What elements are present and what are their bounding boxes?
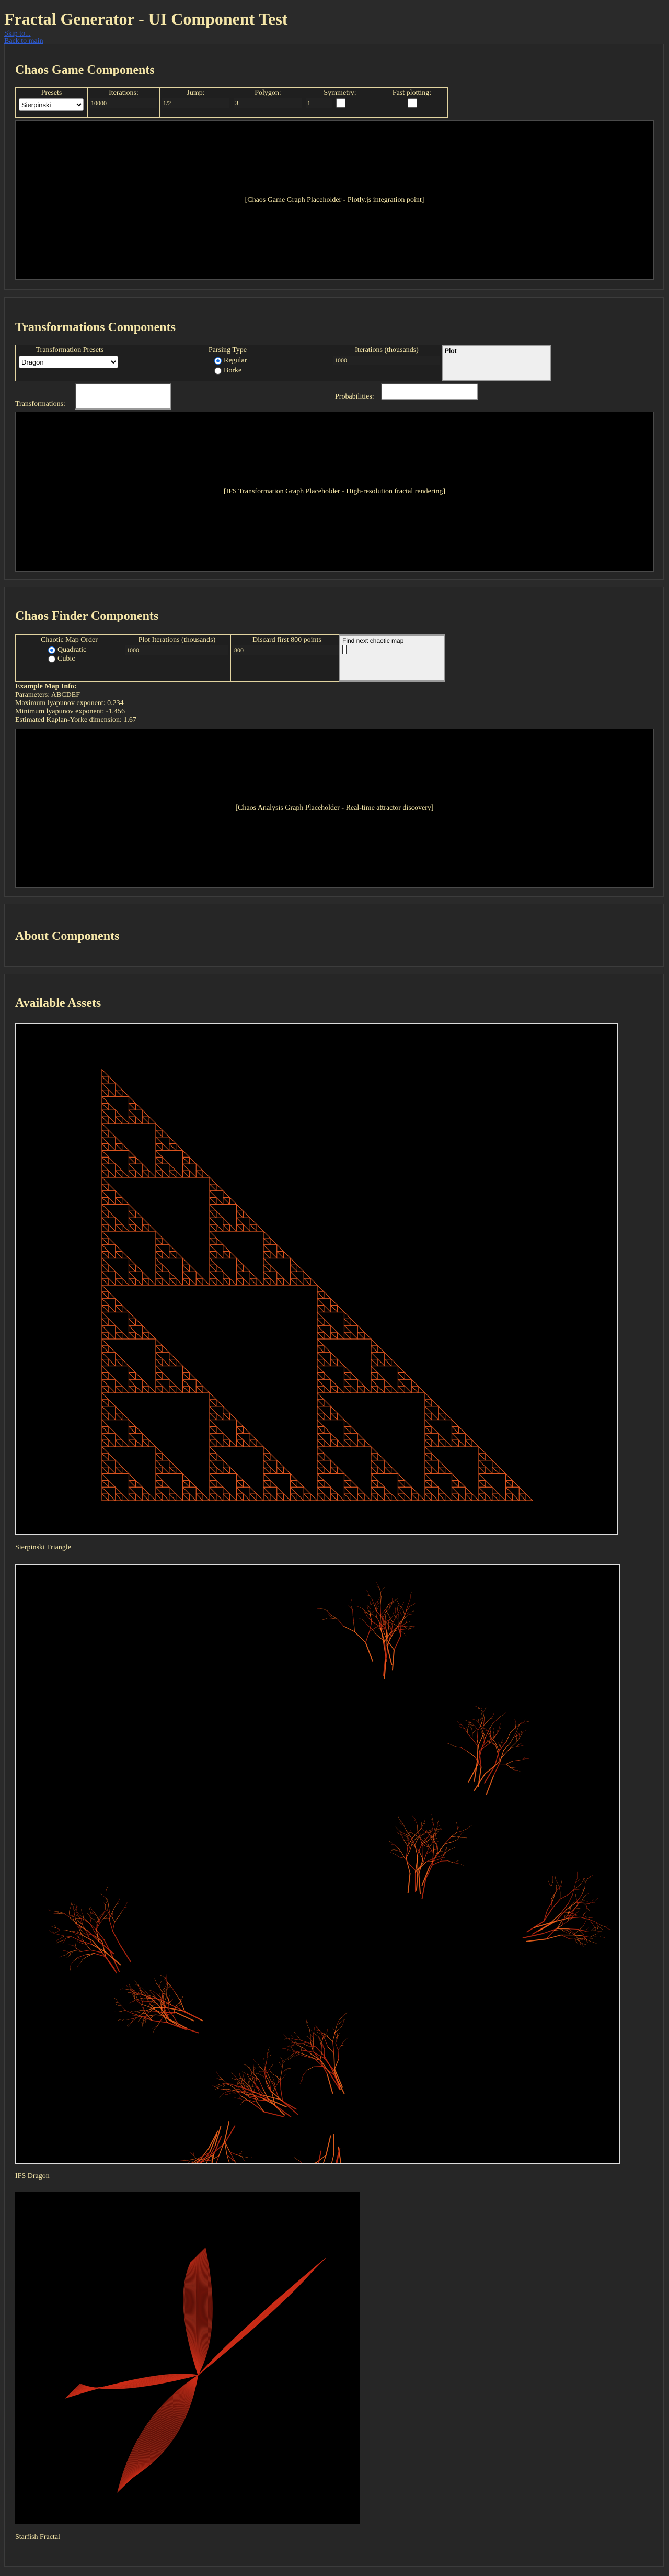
chaos-finder-heading: Chaos Finder Components <box>15 609 159 623</box>
map-order-cell: Chaotic Map Order Quadratic Cubic <box>16 635 123 681</box>
ifs-graph[interactable]: [IFS Transformation Graph Placeholder - … <box>15 412 654 572</box>
map-info-line: Minimum lyapunov exponent: -1.456 <box>15 708 125 716</box>
dragon-caption: IFS Dragon <box>15 2172 50 2180</box>
map-order-label: Chaotic Map Order <box>41 636 98 644</box>
iterations-input[interactable] <box>90 98 157 108</box>
map-info: Example Map Info: Parameters: ABCDEF Max… <box>15 683 136 724</box>
starfish-svg <box>65 2247 326 2493</box>
chaos-game-heading: Chaos Game Components <box>15 63 155 77</box>
symmetry-checkbox[interactable] <box>336 98 345 108</box>
fast-plotting-checkbox[interactable] <box>408 98 417 108</box>
chaos-finder-section: Chaos Finder Components Chaotic Map Orde… <box>4 587 664 897</box>
plot-iterations-input[interactable] <box>125 645 228 655</box>
ifs-iterations-label: Iterations (thousands) <box>355 346 419 354</box>
chaos-game-section: Chaos Game Components Presets Sierpinski… <box>4 44 664 290</box>
map-info-line: Maximum lyapunov exponent: 0.234 <box>15 699 124 707</box>
polygon-input[interactable] <box>234 98 302 108</box>
polygon-cell: Polygon: <box>232 88 304 117</box>
assets-section: Available Assets Sierpinski Triangle IFS… <box>4 974 664 2567</box>
plot-iterations-cell: Plot Iterations (thousands) <box>123 635 231 681</box>
fast-plotting-cell: Fast plotting: <box>376 88 447 117</box>
transformations-controls: Transformation Presets Dragon Parsing Ty… <box>15 345 455 381</box>
chaos-finder-graph-text: [Chaos Analysis Graph Placeholder - Real… <box>235 804 434 812</box>
jump-input[interactable] <box>162 98 229 108</box>
symmetry-cell: Symmetry: <box>304 88 376 117</box>
iterations-label: Iterations: <box>109 89 139 97</box>
map-info-title: Example Map Info: <box>15 683 77 690</box>
iterations-cell: Iterations: <box>88 88 160 117</box>
ifs-iterations-cell: Iterations (thousands) <box>331 345 442 381</box>
order-cubic-radio[interactable] <box>48 655 55 663</box>
dragon-svg <box>48 1582 611 2163</box>
find-indicator <box>342 645 347 654</box>
chaos-finder-controls: Chaotic Map Order Quadratic Cubic Plot I… <box>15 634 343 682</box>
polygon-label: Polygon: <box>255 89 281 97</box>
parsing-borke-radio[interactable] <box>214 367 222 375</box>
chaos-game-graph[interactable]: [Chaos Game Graph Placeholder - Plotly.j… <box>15 120 654 280</box>
sierpinski-caption: Sierpinski Triangle <box>15 1544 71 1551</box>
plot-iterations-label: Plot Iterations (thousands) <box>138 636 216 644</box>
ifs-iterations-input[interactable] <box>333 356 440 365</box>
sierpinski-svg <box>101 1069 534 1501</box>
symmetry-input[interactable] <box>306 98 332 108</box>
chaos-finder-graph[interactable]: [Chaos Analysis Graph Placeholder - Real… <box>15 729 654 888</box>
plot-button[interactable]: Plot <box>442 345 551 381</box>
presets-label: Presets <box>41 89 62 97</box>
order-quadratic-option[interactable]: Quadratic <box>48 645 86 654</box>
discard-cell: Discard first 800 points <box>231 635 343 681</box>
discard-label: Discard first 800 points <box>252 636 321 644</box>
about-heading: About Components <box>15 929 120 943</box>
parsing-type-cell: Parsing Type Regular Borke <box>124 345 331 381</box>
chaos-game-graph-text: [Chaos Game Graph Placeholder - Plotly.j… <box>245 196 424 204</box>
chaos-game-controls: Presets Sierpinski Iterations: Jump: Pol… <box>15 87 448 118</box>
about-section: About Components <box>4 904 664 967</box>
transformation-presets-label: Transformation Presets <box>36 346 104 354</box>
parsing-type-label: Parsing Type <box>208 346 247 354</box>
map-info-line: Estimated Kaplan-Yorke dimension: 1.67 <box>15 716 136 724</box>
parsing-regular-option[interactable]: Regular <box>214 356 247 366</box>
transformations-heading: Transformations Components <box>15 321 176 334</box>
fast-plotting-label: Fast plotting: <box>392 89 432 97</box>
presets-select[interactable]: Sierpinski <box>19 98 84 111</box>
starfish-caption: Starfish Fractal <box>15 2533 60 2541</box>
find-chaotic-map-button[interactable]: Find next chaotic map <box>339 634 445 682</box>
jump-label: Jump: <box>187 89 205 97</box>
transformations-section: Transformations Components Transformatio… <box>4 297 664 580</box>
symmetry-label: Symmetry: <box>324 89 356 97</box>
probabilities-textarea[interactable] <box>381 383 478 400</box>
discard-input[interactable] <box>233 645 341 655</box>
dragon-image <box>15 1564 620 2164</box>
transformations-label: Transformations: <box>15 400 65 408</box>
parsing-regular-radio[interactable] <box>214 357 222 365</box>
top-links: Skip to... Back to main <box>4 30 43 45</box>
ifs-graph-text: [IFS Transformation Graph Placeholder - … <box>223 487 446 495</box>
assets-heading: Available Assets <box>15 996 101 1010</box>
probabilities-label: Probabilities: <box>335 393 374 401</box>
starfish-image <box>15 2192 360 2524</box>
map-info-line: Parameters: ABCDEF <box>15 691 80 699</box>
transformations-textarea[interactable] <box>75 383 171 410</box>
presets-cell: Presets Sierpinski <box>16 88 88 117</box>
transformation-presets-cell: Transformation Presets Dragon <box>16 345 124 381</box>
transformation-presets-select[interactable]: Dragon <box>19 356 118 368</box>
page-title: Fractal Generator - UI Component Test <box>4 9 288 28</box>
top-link-1[interactable]: Skip to... <box>4 30 43 38</box>
order-quadratic-radio[interactable] <box>48 646 55 654</box>
order-cubic-option[interactable]: Cubic <box>48 654 86 663</box>
parsing-borke-option[interactable]: Borke <box>214 366 247 376</box>
jump-cell: Jump: <box>160 88 232 117</box>
sierpinski-image <box>15 1023 618 1535</box>
